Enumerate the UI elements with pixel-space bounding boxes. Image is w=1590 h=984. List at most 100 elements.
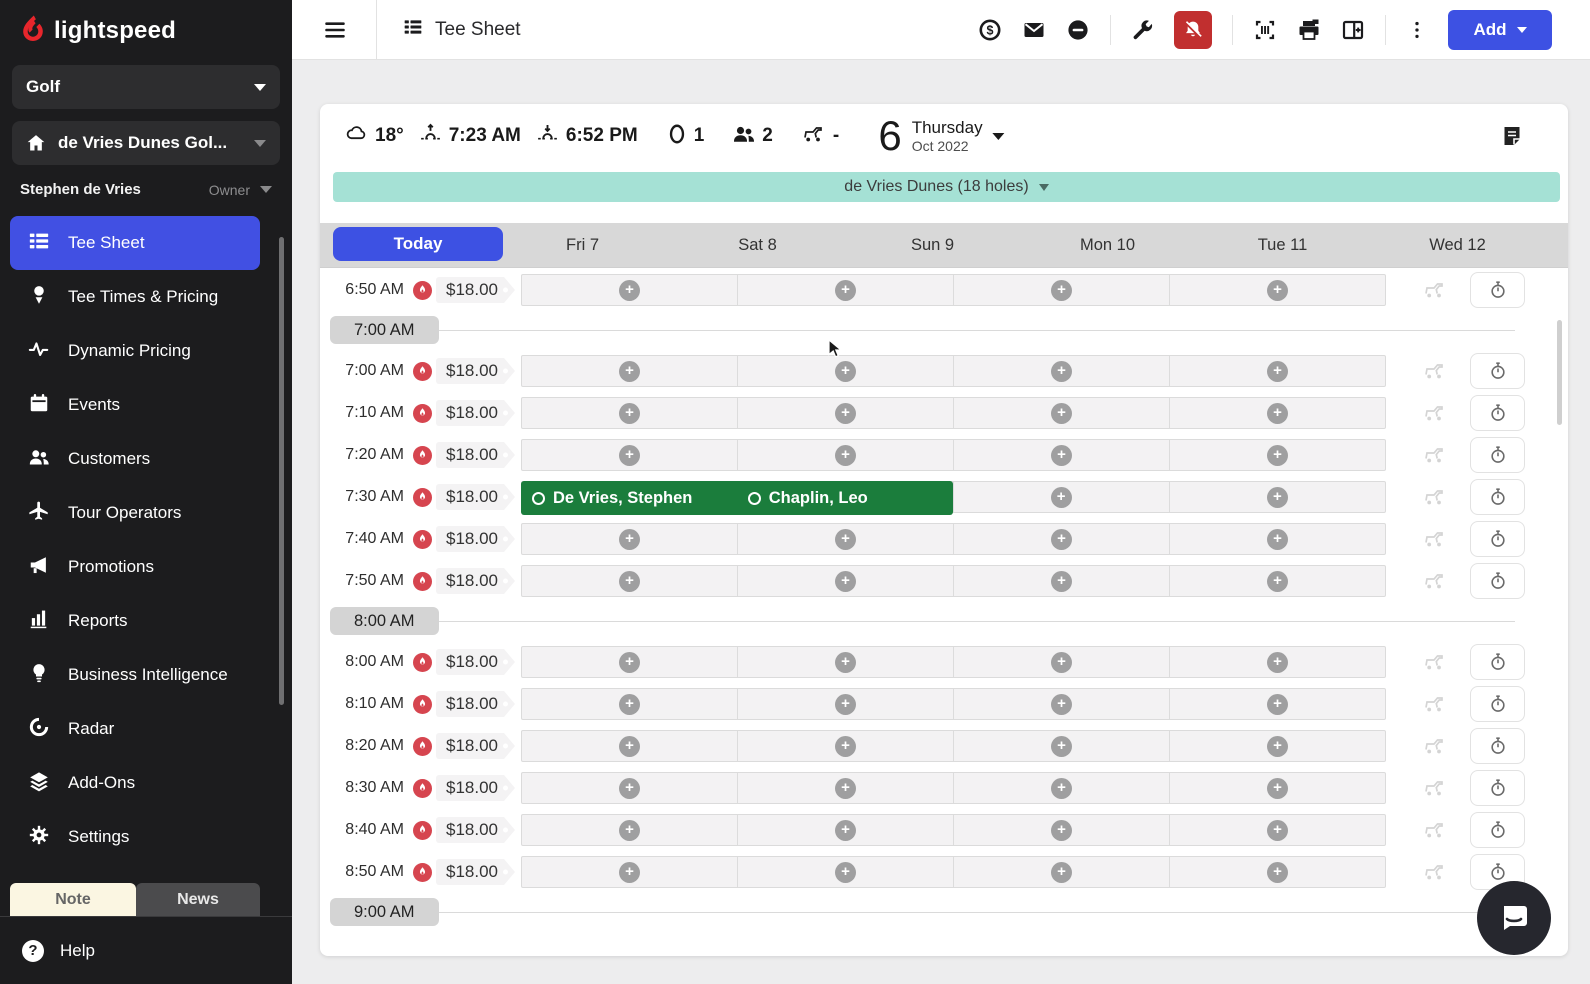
tee-time-clock-button[interactable] xyxy=(1470,812,1525,848)
tee-time-clock-button[interactable] xyxy=(1470,563,1525,599)
hamburger-menu-icon[interactable] xyxy=(322,17,348,43)
empty-slot[interactable] xyxy=(953,398,1169,428)
day-tab-today[interactable]: Today xyxy=(320,223,503,267)
empty-slot[interactable] xyxy=(953,524,1169,554)
add-button[interactable]: Add xyxy=(1448,9,1552,50)
empty-slot[interactable] xyxy=(737,566,953,596)
tab-news[interactable]: News xyxy=(136,883,260,916)
tee-time-clock-button[interactable] xyxy=(1470,353,1525,389)
empty-slot[interactable] xyxy=(953,356,1169,386)
sidebar-item-dynamic-pricing[interactable]: Dynamic Pricing xyxy=(10,324,260,378)
empty-slot[interactable] xyxy=(522,275,737,305)
barcode-scan-icon[interactable] xyxy=(1253,18,1277,42)
sidebar-item-promotions[interactable]: Promotions xyxy=(10,540,260,594)
tee-time-clock-button[interactable] xyxy=(1470,686,1525,722)
sidebar-item-reports[interactable]: Reports xyxy=(10,594,260,648)
day-tab-sun-9[interactable]: Sun 9 xyxy=(845,223,1020,267)
sidebar-item-radar[interactable]: Radar xyxy=(10,702,260,756)
venue-selector[interactable]: de Vries Dunes Gol... xyxy=(12,121,280,165)
booked-player[interactable]: De Vries, Stephen xyxy=(521,481,737,515)
chat-launcher-button[interactable] xyxy=(1477,881,1551,955)
empty-slot[interactable] xyxy=(737,815,953,845)
day-tab-tue-11[interactable]: Tue 11 xyxy=(1195,223,1370,267)
empty-slot[interactable] xyxy=(953,731,1169,761)
sheet-scrollbar[interactable] xyxy=(1557,320,1562,425)
sidebar-item-business-intelligence[interactable]: Business Intelligence xyxy=(10,648,260,702)
day-note-icon[interactable] xyxy=(1500,124,1524,153)
tee-time-clock-button[interactable] xyxy=(1470,728,1525,764)
tee-time-clock-button[interactable] xyxy=(1470,521,1525,557)
sidebar-scrollbar[interactable] xyxy=(279,237,284,705)
day-tab-mon-10[interactable]: Mon 10 xyxy=(1020,223,1195,267)
sidebar-item-customers[interactable]: Customers xyxy=(10,432,260,486)
tee-time-clock-button[interactable] xyxy=(1470,770,1525,806)
empty-slot[interactable] xyxy=(1168,482,1385,512)
empty-slot[interactable] xyxy=(737,647,953,677)
empty-slot[interactable] xyxy=(737,275,953,305)
empty-slot[interactable] xyxy=(522,689,737,719)
empty-slot[interactable] xyxy=(1169,647,1385,677)
empty-slot[interactable] xyxy=(737,398,953,428)
empty-slot[interactable] xyxy=(1169,524,1385,554)
payments-icon[interactable]: $ xyxy=(978,18,1002,42)
minus-circle-icon[interactable] xyxy=(1066,18,1090,42)
empty-slot[interactable] xyxy=(522,731,737,761)
empty-slot[interactable] xyxy=(522,647,737,677)
empty-slot[interactable] xyxy=(737,857,953,887)
workspace-selector[interactable]: Golf xyxy=(12,65,280,109)
empty-slot[interactable] xyxy=(522,566,737,596)
empty-slot[interactable] xyxy=(522,356,737,386)
empty-slot[interactable] xyxy=(737,773,953,803)
empty-slot[interactable] xyxy=(953,647,1169,677)
empty-slot[interactable] xyxy=(1169,815,1385,845)
empty-slot[interactable] xyxy=(1169,773,1385,803)
split-view-add-icon[interactable] xyxy=(1341,18,1365,42)
sidebar-item-tee-sheet[interactable]: Tee Sheet xyxy=(10,216,260,270)
day-tab-sat-8[interactable]: Sat 8 xyxy=(670,223,845,267)
empty-slot[interactable] xyxy=(522,524,737,554)
empty-slot[interactable] xyxy=(737,440,953,470)
booking-block[interactable]: De Vries, Stephen Chaplin, Leo xyxy=(521,481,953,515)
empty-slot[interactable] xyxy=(522,773,737,803)
empty-slot[interactable] xyxy=(737,689,953,719)
empty-slot[interactable] xyxy=(953,566,1169,596)
empty-slot[interactable] xyxy=(952,482,1169,512)
empty-slot[interactable] xyxy=(737,524,953,554)
sidebar-item-add-ons[interactable]: Add-Ons xyxy=(10,756,260,810)
empty-slot[interactable] xyxy=(953,689,1169,719)
tee-time-clock-button[interactable] xyxy=(1470,437,1525,473)
empty-slot[interactable] xyxy=(1169,566,1385,596)
empty-slot[interactable] xyxy=(953,857,1169,887)
kebab-menu-icon[interactable] xyxy=(1406,19,1428,41)
empty-slot[interactable] xyxy=(522,440,737,470)
today-button[interactable]: Today xyxy=(333,227,503,261)
empty-slot[interactable] xyxy=(522,815,737,845)
booked-player[interactable]: Chaplin, Leo xyxy=(737,481,953,515)
user-row[interactable]: Stephen de Vries Owner xyxy=(0,165,292,208)
empty-slot[interactable] xyxy=(1169,731,1385,761)
tee-time-clock-button[interactable] xyxy=(1470,272,1525,308)
tee-time-clock-button[interactable] xyxy=(1470,479,1525,515)
date-selector[interactable]: 6 Thursday Oct 2022 xyxy=(878,115,1005,157)
course-selector[interactable]: de Vries Dunes (18 holes) xyxy=(333,172,1560,202)
day-tab-wed-12[interactable]: Wed 12 xyxy=(1370,223,1545,267)
empty-slot[interactable] xyxy=(522,398,737,428)
empty-slot[interactable] xyxy=(1169,356,1385,386)
help-row[interactable]: ? Help xyxy=(0,916,292,984)
wrench-icon[interactable] xyxy=(1131,18,1154,41)
empty-slot[interactable] xyxy=(953,773,1169,803)
mail-icon[interactable] xyxy=(1022,18,1046,42)
empty-slot[interactable] xyxy=(953,440,1169,470)
empty-slot[interactable] xyxy=(953,275,1169,305)
notifications-off-button[interactable] xyxy=(1174,10,1212,49)
empty-slot[interactable] xyxy=(1169,275,1385,305)
sidebar-item-settings[interactable]: Settings xyxy=(10,810,260,864)
sidebar-item-events[interactable]: Events xyxy=(10,378,260,432)
tee-time-clock-button[interactable] xyxy=(1470,644,1525,680)
printer-icon[interactable] xyxy=(1297,18,1321,42)
empty-slot[interactable] xyxy=(737,731,953,761)
empty-slot[interactable] xyxy=(953,815,1169,845)
empty-slot[interactable] xyxy=(1169,689,1385,719)
empty-slot[interactable] xyxy=(1169,440,1385,470)
sidebar-item-tee-times-pricing[interactable]: Tee Times & Pricing xyxy=(10,270,260,324)
